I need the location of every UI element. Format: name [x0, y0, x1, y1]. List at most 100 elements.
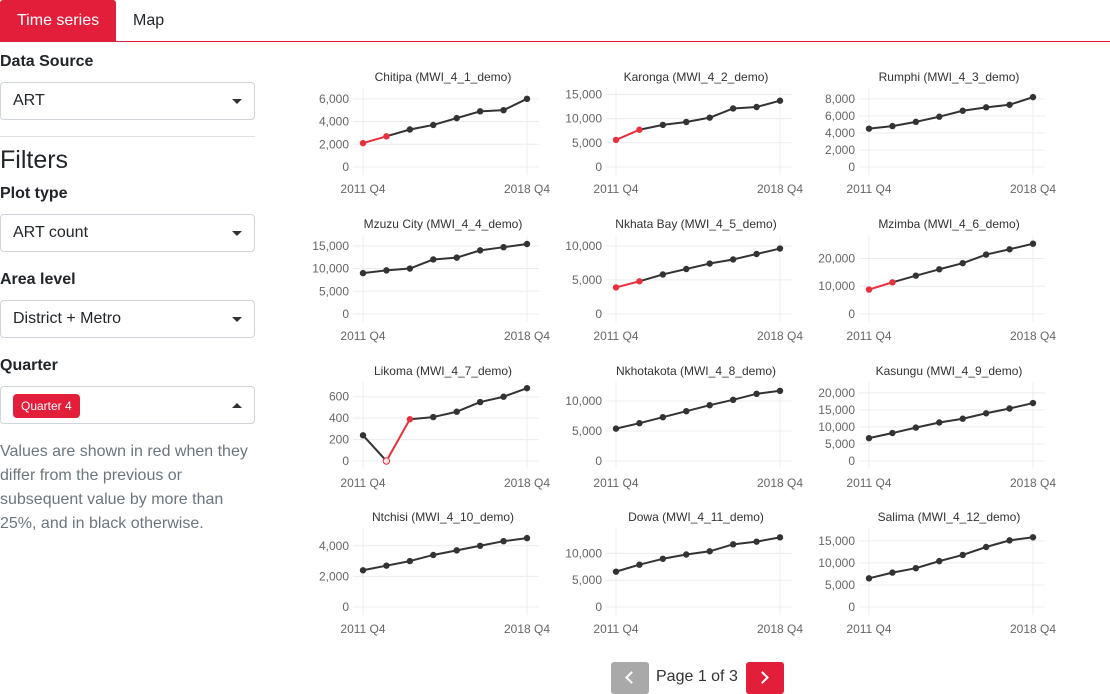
data-point	[753, 103, 760, 111]
series-line-segment	[939, 262, 963, 271]
y-tick-label: 0	[595, 160, 602, 174]
data-point	[706, 548, 713, 555]
data-point	[1006, 101, 1013, 108]
data-point	[383, 562, 390, 569]
data-point	[383, 133, 390, 140]
y-tick-label: 600	[329, 390, 349, 404]
data-point	[753, 538, 760, 545]
y-tick-label: 15,000	[565, 87, 602, 101]
chart-title: Likoma (MWI_4_7_demo)	[374, 364, 512, 378]
data-point	[1029, 240, 1037, 247]
series-line-segment	[456, 110, 481, 120]
data-point	[406, 416, 414, 423]
series-line-segment	[503, 97, 528, 112]
y-tick-label: 0	[848, 307, 855, 321]
data-point	[430, 551, 437, 559]
data-point	[406, 557, 414, 565]
data-point	[959, 259, 966, 267]
data-point	[1006, 246, 1013, 253]
series-line-segment	[756, 247, 781, 255]
series-line-segment	[985, 407, 1010, 415]
chart-title: Nkhotakota (MWI_4_8_demo)	[616, 364, 776, 378]
data-point	[982, 543, 990, 551]
data-point	[936, 419, 943, 426]
y-tick-label: 200	[329, 433, 349, 447]
series-line-segment	[362, 135, 387, 145]
series-line-segment	[868, 571, 893, 580]
data-point	[659, 121, 667, 129]
data-point	[612, 136, 620, 144]
data-point	[659, 271, 667, 278]
data-point	[865, 125, 873, 132]
data-point	[636, 561, 643, 568]
data-point	[912, 272, 920, 279]
data-point	[889, 429, 896, 437]
y-tick-label: 20,000	[818, 251, 855, 265]
data-point	[729, 105, 737, 112]
data-point	[430, 256, 437, 263]
series-line-segment	[386, 128, 411, 138]
data-point	[776, 245, 784, 252]
data-point	[753, 390, 760, 397]
data-point	[729, 396, 737, 403]
series-line-segment	[662, 553, 687, 560]
chart-title: Rumphi (MWI_4_3_demo)	[879, 70, 1020, 84]
y-tick-label: 5,000	[572, 573, 602, 587]
series-line-segment	[892, 120, 917, 128]
x-tick-label: 2011 Q4	[593, 622, 638, 636]
y-tick-label: 10,000	[818, 420, 855, 434]
data-point	[982, 251, 990, 258]
y-tick-label: 0	[595, 454, 602, 468]
prev-page-button[interactable]	[611, 662, 649, 694]
y-tick-label: 400	[329, 411, 349, 425]
y-tick-label: 0	[595, 600, 602, 614]
data-point	[889, 569, 896, 576]
next-page-button[interactable]	[746, 662, 784, 694]
series-line-segment	[892, 426, 917, 435]
series-line-segment	[686, 262, 710, 270]
series-line-segment	[433, 549, 457, 556]
y-tick-label: 5,000	[572, 136, 602, 150]
data-point	[889, 279, 896, 286]
y-tick-label: 20,000	[818, 386, 855, 400]
series-line-segment	[733, 106, 757, 110]
x-tick-label: 2018 Q4	[1010, 329, 1056, 343]
y-tick-label: 2,000	[825, 143, 855, 157]
series-line-segment	[986, 103, 1010, 109]
data-point	[912, 118, 920, 126]
data-point	[500, 106, 507, 114]
data-point	[865, 575, 873, 582]
chevron-left-icon	[625, 671, 638, 684]
x-tick-label: 2018 Q4	[757, 182, 803, 196]
series-line-segment	[456, 544, 481, 552]
series-line-segment	[662, 121, 687, 126]
data-point	[659, 414, 667, 421]
series-line-segment	[456, 401, 481, 413]
series-line-segment	[1009, 96, 1034, 106]
data-point	[753, 250, 760, 258]
series-line-segment	[480, 246, 504, 252]
y-tick-label: 5,000	[825, 437, 855, 451]
data-point	[382, 457, 391, 465]
data-point	[729, 256, 737, 263]
series-line-segment	[480, 109, 504, 113]
series-line-segment	[1009, 402, 1034, 410]
data-point	[476, 542, 484, 549]
data-point	[359, 139, 367, 147]
data-point	[982, 410, 990, 417]
chart-title: Mzuzu City (MWI_4_4_demo)	[364, 217, 523, 231]
data-point	[683, 118, 690, 126]
data-point	[912, 564, 920, 572]
series-line-segment	[456, 249, 481, 259]
x-tick-label: 2011 Q4	[340, 622, 385, 636]
data-point	[476, 108, 484, 115]
series-line-segment	[662, 268, 687, 276]
data-point	[659, 555, 667, 562]
data-point	[959, 107, 966, 114]
data-point	[523, 95, 531, 103]
data-point	[453, 254, 460, 261]
plot-grid: 0 2,000 4,000 6,000 2011 Q4 2018 Q4 Chitipa (M…	[312, 70, 1056, 636]
x-tick-label: 2011 Q4	[593, 476, 638, 490]
y-tick-label: 10,000	[565, 239, 602, 253]
chart-title: Mzimba (MWI_4_6_demo)	[878, 217, 1019, 231]
